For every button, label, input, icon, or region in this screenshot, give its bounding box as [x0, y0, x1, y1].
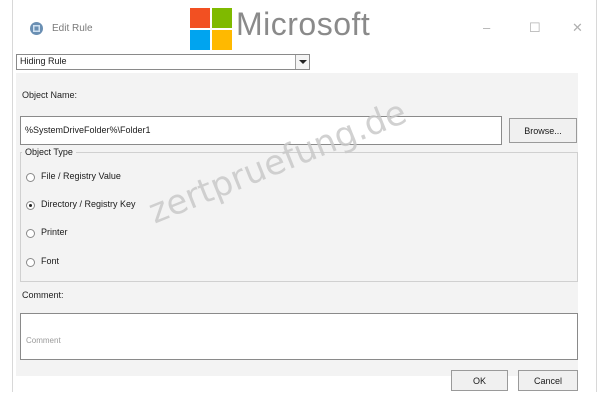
comment-field[interactable]: Comment — [20, 313, 578, 360]
chevron-down-icon[interactable] — [295, 55, 309, 69]
rule-type-value: Hiding Rule — [20, 56, 67, 66]
radio-label: Font — [41, 256, 60, 266]
object-type-title: Object Type — [22, 147, 76, 157]
object-name-label: Object Name: — [22, 90, 78, 100]
radio-label: File / Registry Value — [41, 171, 121, 181]
radio-button[interactable] — [26, 258, 35, 267]
microsoft-logo-icon — [190, 8, 232, 50]
title-bar[interactable]: Edit Rule Microsoft – ☐ ✕ — [13, 0, 596, 50]
window-title: Edit Rule — [52, 23, 93, 34]
radio-label: Printer — [41, 227, 68, 237]
comment-placeholder: Comment — [26, 336, 61, 345]
radio-button-selected[interactable] — [26, 201, 35, 210]
rule-type-select[interactable]: Hiding Rule — [16, 54, 310, 70]
microsoft-wordmark: Microsoft — [236, 6, 371, 42]
browse-button[interactable]: Browse... — [509, 118, 577, 143]
ok-button[interactable]: OK — [451, 370, 508, 391]
object-name-value: %SystemDriveFolder%\Folder1 — [25, 125, 151, 135]
comment-label: Comment: — [22, 290, 64, 300]
radio-button[interactable] — [26, 173, 35, 182]
app-icon — [30, 22, 43, 35]
radio-button[interactable] — [26, 229, 35, 238]
minimize-button[interactable]: – — [483, 20, 490, 35]
cancel-button[interactable]: Cancel — [518, 370, 578, 391]
maximize-button[interactable]: ☐ — [529, 20, 541, 36]
object-name-input[interactable]: %SystemDriveFolder%\Folder1 — [20, 116, 502, 145]
radio-label: Directory / Registry Key — [41, 199, 136, 209]
close-button[interactable]: ✕ — [572, 20, 583, 36]
